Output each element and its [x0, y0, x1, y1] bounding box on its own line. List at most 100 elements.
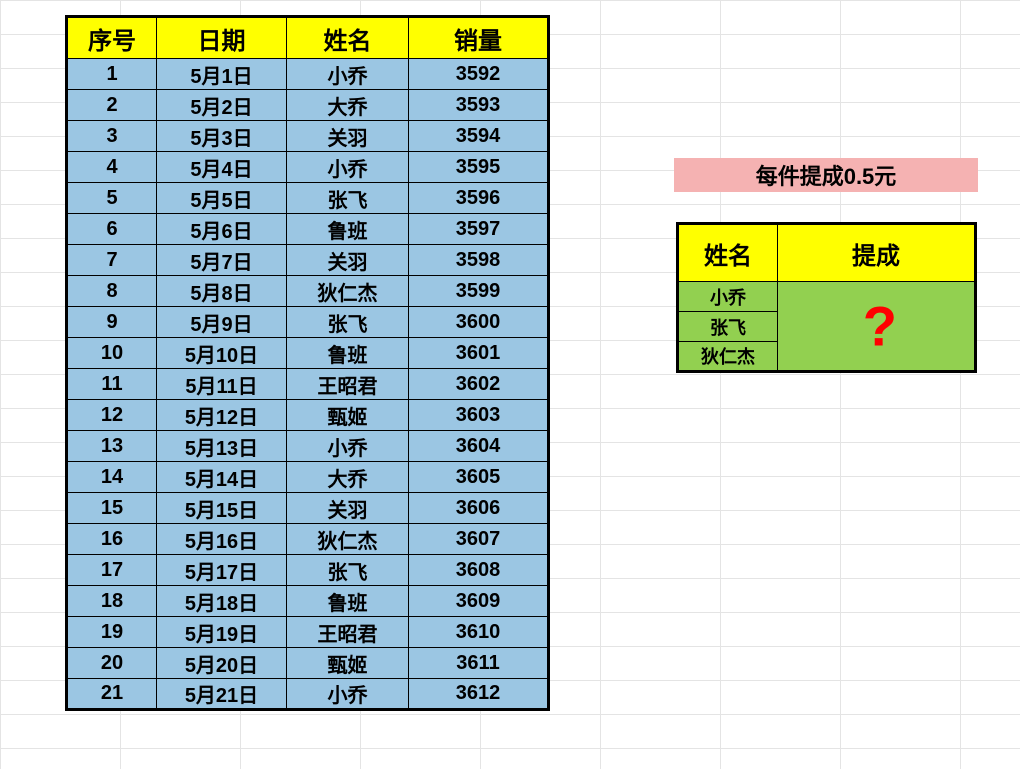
- cell-name[interactable]: 王昭君: [287, 369, 409, 400]
- cell-sales[interactable]: 3602: [409, 369, 549, 400]
- cell-name[interactable]: 张飞: [287, 555, 409, 586]
- cell-name[interactable]: 关羽: [287, 121, 409, 152]
- cell-name[interactable]: 鲁班: [287, 214, 409, 245]
- cell-seq[interactable]: 18: [67, 586, 157, 617]
- cell-name[interactable]: 甄姬: [287, 648, 409, 679]
- cell-seq[interactable]: 15: [67, 493, 157, 524]
- cell-sales[interactable]: 3601: [409, 338, 549, 369]
- cell-name[interactable]: 小乔: [287, 59, 409, 90]
- cell-seq[interactable]: 19: [67, 617, 157, 648]
- cell-name[interactable]: 鲁班: [287, 586, 409, 617]
- cell-seq[interactable]: 2: [67, 90, 157, 121]
- cell-seq[interactable]: 10: [67, 338, 157, 369]
- cell-sales[interactable]: 3599: [409, 276, 549, 307]
- cell-seq[interactable]: 9: [67, 307, 157, 338]
- cell-name[interactable]: 大乔: [287, 90, 409, 121]
- cell-seq[interactable]: 14: [67, 462, 157, 493]
- cell-sales[interactable]: 3611: [409, 648, 549, 679]
- side-header-bonus[interactable]: 提成: [778, 224, 976, 282]
- cell-sales[interactable]: 3598: [409, 245, 549, 276]
- cell-seq[interactable]: 3: [67, 121, 157, 152]
- cell-name[interactable]: 小乔: [287, 679, 409, 710]
- cell-sales[interactable]: 3597: [409, 214, 549, 245]
- cell-name[interactable]: 张飞: [287, 307, 409, 338]
- cell-sales[interactable]: 3604: [409, 431, 549, 462]
- commission-table[interactable]: 姓名 提成 小乔 ? 张飞 狄仁杰: [676, 222, 977, 373]
- cell-name[interactable]: 大乔: [287, 462, 409, 493]
- cell-name[interactable]: 关羽: [287, 493, 409, 524]
- cell-name[interactable]: 狄仁杰: [287, 276, 409, 307]
- cell-date[interactable]: 5月20日: [157, 648, 287, 679]
- cell-sales[interactable]: 3612: [409, 679, 549, 710]
- cell-date[interactable]: 5月16日: [157, 524, 287, 555]
- cell-date[interactable]: 5月3日: [157, 121, 287, 152]
- cell-name[interactable]: 甄姬: [287, 400, 409, 431]
- table-row: 45月4日小乔3595: [67, 152, 549, 183]
- header-seq[interactable]: 序号: [67, 17, 157, 59]
- cell-sales[interactable]: 3609: [409, 586, 549, 617]
- header-sales[interactable]: 销量: [409, 17, 549, 59]
- cell-seq[interactable]: 8: [67, 276, 157, 307]
- side-cell-name[interactable]: 张飞: [678, 312, 778, 342]
- cell-sales[interactable]: 3600: [409, 307, 549, 338]
- cell-sales[interactable]: 3605: [409, 462, 549, 493]
- header-name[interactable]: 姓名: [287, 17, 409, 59]
- cell-seq[interactable]: 11: [67, 369, 157, 400]
- cell-name[interactable]: 狄仁杰: [287, 524, 409, 555]
- cell-name[interactable]: 王昭君: [287, 617, 409, 648]
- cell-name[interactable]: 小乔: [287, 152, 409, 183]
- cell-seq[interactable]: 1: [67, 59, 157, 90]
- cell-seq[interactable]: 6: [67, 214, 157, 245]
- cell-seq[interactable]: 7: [67, 245, 157, 276]
- cell-date[interactable]: 5月6日: [157, 214, 287, 245]
- cell-seq[interactable]: 5: [67, 183, 157, 214]
- commission-note[interactable]: 每件提成0.5元: [674, 158, 978, 192]
- cell-seq[interactable]: 20: [67, 648, 157, 679]
- cell-date[interactable]: 5月4日: [157, 152, 287, 183]
- cell-date[interactable]: 5月12日: [157, 400, 287, 431]
- cell-sales[interactable]: 3607: [409, 524, 549, 555]
- side-cell-name[interactable]: 狄仁杰: [678, 342, 778, 372]
- cell-name[interactable]: 鲁班: [287, 338, 409, 369]
- cell-sales[interactable]: 3608: [409, 555, 549, 586]
- cell-date[interactable]: 5月15日: [157, 493, 287, 524]
- cell-date[interactable]: 5月14日: [157, 462, 287, 493]
- cell-name[interactable]: 关羽: [287, 245, 409, 276]
- cell-date[interactable]: 5月21日: [157, 679, 287, 710]
- sales-data-table[interactable]: 序号 日期 姓名 销量 15月1日小乔359225月2日大乔359335月3日关…: [65, 15, 550, 711]
- cell-name[interactable]: 小乔: [287, 431, 409, 462]
- cell-sales[interactable]: 3593: [409, 90, 549, 121]
- cell-date[interactable]: 5月1日: [157, 59, 287, 90]
- cell-sales[interactable]: 3594: [409, 121, 549, 152]
- cell-date[interactable]: 5月18日: [157, 586, 287, 617]
- cell-sales[interactable]: 3596: [409, 183, 549, 214]
- table-row: 75月7日关羽3598: [67, 245, 549, 276]
- cell-seq[interactable]: 13: [67, 431, 157, 462]
- side-cell-name[interactable]: 小乔: [678, 282, 778, 312]
- cell-date[interactable]: 5月19日: [157, 617, 287, 648]
- cell-sales[interactable]: 3592: [409, 59, 549, 90]
- cell-sales[interactable]: 3610: [409, 617, 549, 648]
- cell-seq[interactable]: 12: [67, 400, 157, 431]
- cell-seq[interactable]: 21: [67, 679, 157, 710]
- cell-date[interactable]: 5月17日: [157, 555, 287, 586]
- cell-date[interactable]: 5月11日: [157, 369, 287, 400]
- cell-date[interactable]: 5月13日: [157, 431, 287, 462]
- table-row: 205月20日甄姬3611: [67, 648, 549, 679]
- cell-name[interactable]: 张飞: [287, 183, 409, 214]
- cell-date[interactable]: 5月8日: [157, 276, 287, 307]
- cell-seq[interactable]: 4: [67, 152, 157, 183]
- cell-sales[interactable]: 3606: [409, 493, 549, 524]
- cell-date[interactable]: 5月2日: [157, 90, 287, 121]
- header-date[interactable]: 日期: [157, 17, 287, 59]
- cell-sales[interactable]: 3595: [409, 152, 549, 183]
- cell-sales[interactable]: 3603: [409, 400, 549, 431]
- cell-seq[interactable]: 17: [67, 555, 157, 586]
- side-cell-bonus-area[interactable]: ?: [778, 282, 976, 372]
- cell-date[interactable]: 5月9日: [157, 307, 287, 338]
- cell-date[interactable]: 5月7日: [157, 245, 287, 276]
- cell-seq[interactable]: 16: [67, 524, 157, 555]
- cell-date[interactable]: 5月5日: [157, 183, 287, 214]
- cell-date[interactable]: 5月10日: [157, 338, 287, 369]
- side-header-name[interactable]: 姓名: [678, 224, 778, 282]
